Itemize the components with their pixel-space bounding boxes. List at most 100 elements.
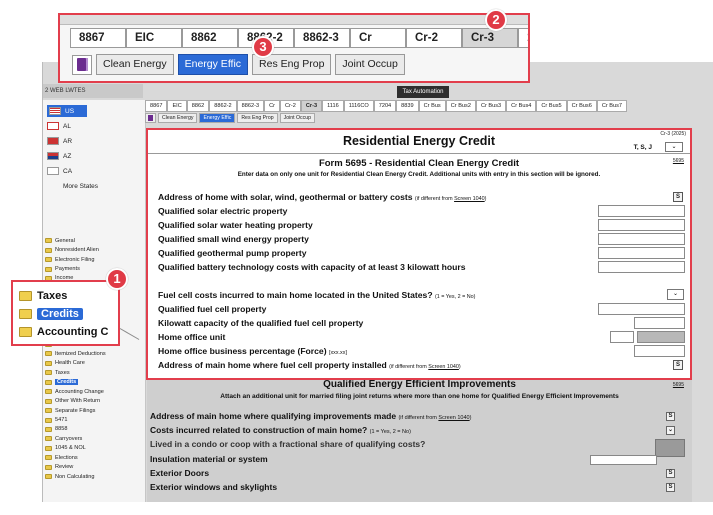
tree-item-itemized-deductions[interactable]: Itemized Deductions <box>45 349 145 358</box>
zoomed-tree-item-accounting-c[interactable]: Accounting C <box>19 324 109 340</box>
condo-dropdown[interactable] <box>655 439 685 457</box>
state-ca[interactable]: CA <box>47 165 72 177</box>
zoomed-tab-cr[interactable]: Cr <box>350 28 406 48</box>
tree-item-label: Carryovers <box>55 435 83 442</box>
form-code-link[interactable]: 5695 <box>673 158 684 164</box>
tree-item-taxes[interactable]: Taxes <box>45 368 145 377</box>
state-us[interactable]: US <box>47 105 87 117</box>
sub-tab-joint-occup[interactable]: Joint Occup <box>279 113 316 123</box>
tree-item-other-with-return[interactable]: Other With Return <box>45 396 145 405</box>
windows-s-button[interactable]: S <box>666 483 675 492</box>
fuel-cell-address-s-button[interactable]: S <box>673 360 683 370</box>
tree-item-carryovers[interactable]: Carryovers <box>45 434 145 443</box>
solar-electric-input[interactable] <box>598 205 685 217</box>
address-s-button[interactable]: S <box>666 412 675 421</box>
battery-input[interactable] <box>598 261 685 273</box>
fuel-cell-property-input[interactable] <box>598 303 685 315</box>
form-tab-1116[interactable]: 1116 <box>322 100 344 112</box>
geothermal-input[interactable] <box>598 247 685 259</box>
tree-item-8858[interactable]: 8858 <box>45 425 145 434</box>
form-tab-cr-bus2[interactable]: Cr Bus2 <box>445 100 476 112</box>
screen-1040-link[interactable]: Screen 1040 <box>438 415 469 421</box>
zoomed-sub-tab-clean-energy[interactable]: Clean Energy <box>96 54 174 75</box>
tree-item-accounting-change[interactable]: Accounting Change <box>45 387 145 396</box>
home-office-pct-input[interactable] <box>634 345 685 357</box>
tree-item-credits[interactable]: Credits <box>45 378 145 387</box>
doors-s-button[interactable]: S <box>666 469 675 478</box>
zoomed-sub-tab-joint-occup[interactable]: Joint Occup <box>335 54 405 75</box>
zoomed-tab-cr-2[interactable]: Cr-2 <box>406 28 462 48</box>
tree-item-label: Elections <box>55 454 78 461</box>
form-tab-cr-bus7[interactable]: Cr Bus7 <box>596 100 628 112</box>
form-tab-eic[interactable]: EIC <box>167 100 187 112</box>
form-tab-cr-bus6[interactable]: Cr Bus6 <box>566 100 597 112</box>
form-tab-7204[interactable]: 7204 <box>373 100 397 112</box>
state-al[interactable]: AL <box>47 120 71 132</box>
construction-dropdown[interactable]: ⌄ <box>666 426 675 435</box>
fuel-cell-dropdown[interactable]: ⌄ <box>667 289 684 300</box>
step-badge-3: 3 <box>252 36 274 58</box>
zoomed-tree-item-taxes[interactable]: Taxes <box>19 288 67 304</box>
form-tab-8862[interactable]: 8862 <box>186 100 210 112</box>
solar-water-input[interactable] <box>598 219 685 231</box>
book-icon[interactable] <box>72 54 92 75</box>
form-tab-8839[interactable]: 8839 <box>396 100 419 112</box>
tree-item-1045-nol[interactable]: 1045 & NOL <box>45 444 145 453</box>
exterior-doors-row: Exterior Doors <box>150 468 210 478</box>
address-s-button[interactable]: S <box>673 192 683 202</box>
screen-1040-link[interactable]: Screen 1040 <box>454 196 485 202</box>
form-tab-cr-bus[interactable]: Cr Bus <box>418 100 446 112</box>
insulation-input[interactable] <box>590 455 657 465</box>
tree-item-5471[interactable]: 5471 <box>45 415 145 424</box>
zoomed-tab-8862-3[interactable]: 8862-3 <box>294 28 350 48</box>
folder-icon <box>19 291 32 301</box>
tree-item-non-calculating[interactable]: Non Calculating <box>45 472 145 481</box>
tree-item-payments[interactable]: Payments <box>45 264 145 273</box>
form-tab-cr-bus5[interactable]: Cr Bus5 <box>536 100 567 112</box>
form-tab-8862-2[interactable]: 8862-2 <box>209 100 237 112</box>
sub-tab-res-eng-prop[interactable]: Res Eng Prop <box>237 113 278 123</box>
book-icon[interactable] <box>145 113 156 123</box>
form-tab-cr-2[interactable]: Cr-2 <box>279 100 301 112</box>
tree-item-electronic-filing[interactable]: Electronic Filing <box>45 255 145 264</box>
more-states[interactable]: More States <box>63 180 98 192</box>
tree-item-elections[interactable]: Elections <box>45 453 145 462</box>
zoomed-tab-cr-3[interactable]: Cr-3 <box>462 28 518 48</box>
tree-item-health-care[interactable]: Health Care <box>45 359 145 368</box>
zoomed-tab-eic[interactable]: EIC <box>126 28 182 48</box>
form-tab-cr-3[interactable]: Cr-3 <box>300 100 323 112</box>
kilowatt-capacity-input[interactable] <box>634 317 685 329</box>
tree-item-nonresident-alien[interactable]: Nonresident Alien <box>45 245 145 254</box>
form-tab-8867[interactable]: 8867 <box>145 100 168 112</box>
form-tab-cr[interactable]: Cr <box>264 100 280 112</box>
form-tab-cr-bus4[interactable]: Cr Bus4 <box>506 100 537 112</box>
screen-1040-link[interactable]: Screen 1040 <box>428 364 459 370</box>
zoomed-tree-item-label: Taxes <box>37 290 68 302</box>
sub-tab-energy-effic[interactable]: Energy Effic <box>199 113 236 123</box>
small-wind-input[interactable] <box>598 233 685 245</box>
tsj-dropdown[interactable]: ⌄ <box>665 142 683 152</box>
home-office-unit-shaded-field <box>637 331 685 343</box>
state-label: CA <box>63 167 73 175</box>
zoomed-tab-8867[interactable]: 8867 <box>70 28 126 48</box>
folder-icon <box>45 257 52 263</box>
tree-item-general[interactable]: General <box>45 236 145 245</box>
sub-tab-clean-energy[interactable]: Clean Energy <box>158 113 198 123</box>
zoomed-sub-tab-energy-effic[interactable]: Energy Effic <box>177 54 249 75</box>
zoomed-tab-8862[interactable]: 8862 <box>182 28 238 48</box>
form-tab-cr-bus3[interactable]: Cr Bus3 <box>475 100 507 112</box>
state-az[interactable]: AZ <box>47 150 71 162</box>
tax-automation-button[interactable]: Tax Automation <box>397 86 449 98</box>
form-instructions: Enter data on only one unit for Resident… <box>237 171 601 178</box>
home-office-unit-input[interactable] <box>610 331 634 343</box>
state-ar[interactable]: AR <box>47 135 72 147</box>
tree-item-separate-filings[interactable]: Separate Filings <box>45 406 145 415</box>
zoomed-tree-item-credits[interactable]: Credits <box>19 306 83 322</box>
tree-item-review[interactable]: Review <box>45 463 145 472</box>
zoomed-tab-1116[interactable]: 1116 <box>518 28 528 48</box>
form-tab-1116co[interactable]: 1116CO <box>343 100 374 112</box>
form-tab-8862-3[interactable]: 8862-3 <box>236 100 265 112</box>
construction-row: Costs incurred related to construction o… <box>150 425 411 435</box>
tree-item-label: Accounting Change <box>55 388 104 395</box>
folder-icon <box>45 266 52 272</box>
